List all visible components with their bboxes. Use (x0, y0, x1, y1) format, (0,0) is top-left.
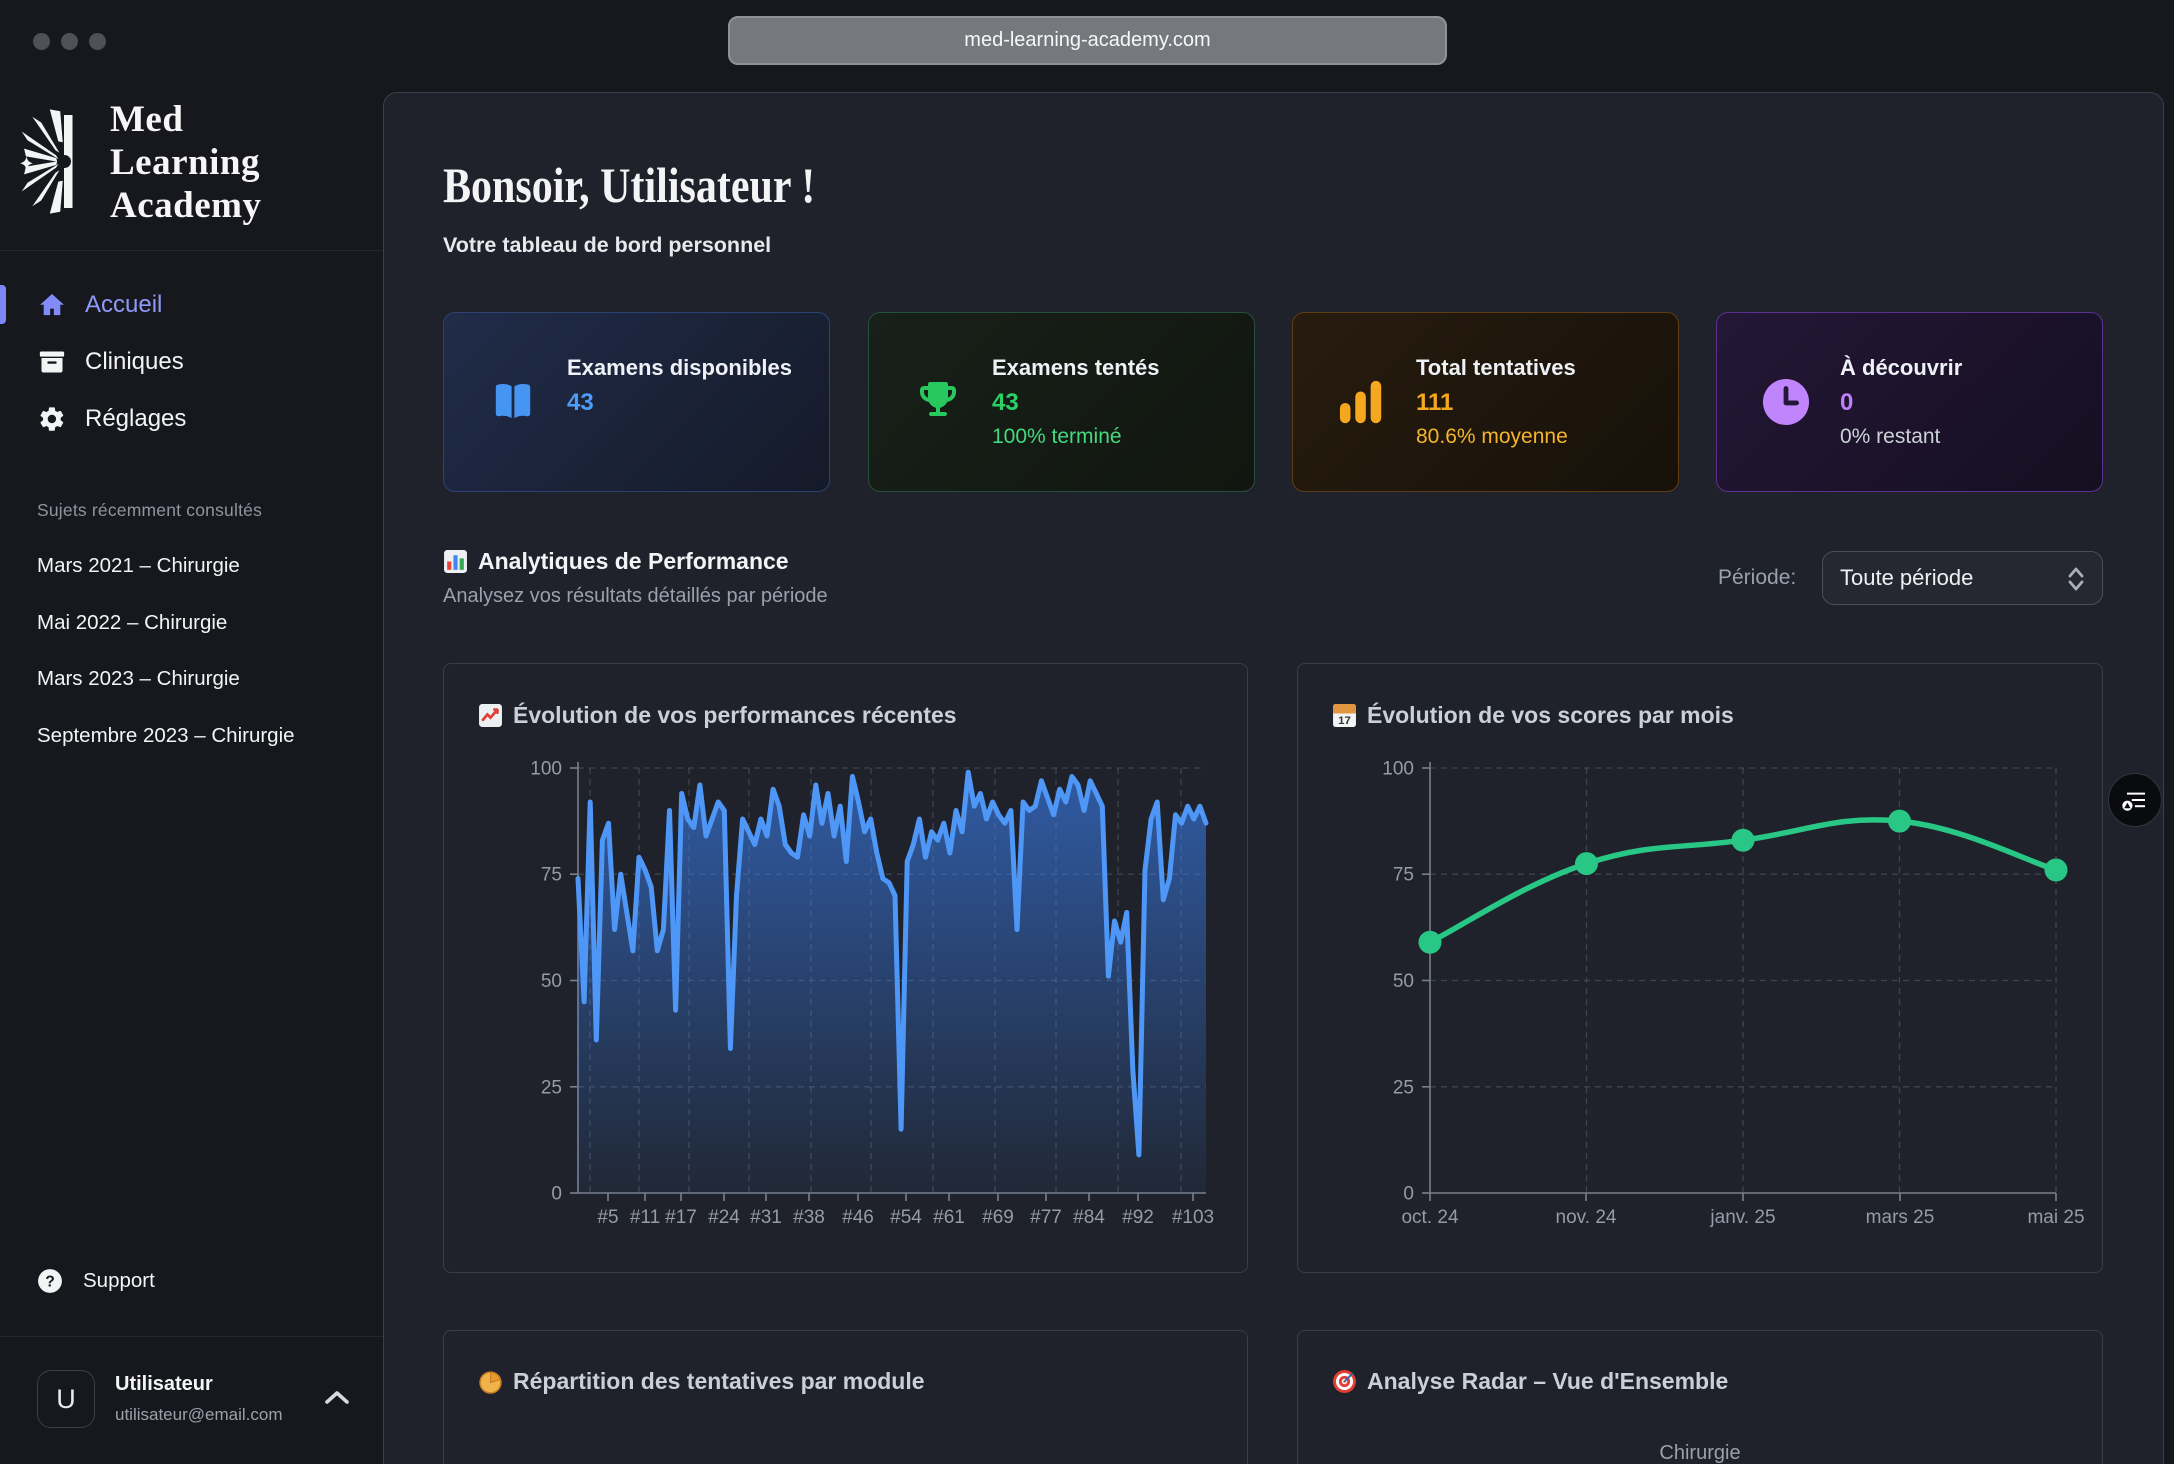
svg-text:janv. 25: janv. 25 (1709, 1207, 1775, 1228)
svg-text:mars 25: mars 25 (1866, 1207, 1935, 1228)
svg-text:#69: #69 (982, 1207, 1014, 1228)
svg-text:#92: #92 (1122, 1207, 1154, 1228)
svg-text:mai 25: mai 25 (2027, 1207, 2084, 1228)
svg-text:#11: #11 (630, 1207, 660, 1228)
svg-text:#103: #103 (1172, 1207, 1214, 1228)
svg-text:#5: #5 (597, 1207, 618, 1228)
svg-text:100: 100 (1382, 759, 1414, 780)
svg-text:75: 75 (541, 865, 562, 886)
svg-text:25: 25 (1393, 1077, 1414, 1098)
svg-text:#46: #46 (842, 1207, 874, 1228)
svg-text:oct. 24: oct. 24 (1401, 1207, 1458, 1228)
svg-text:#17: #17 (665, 1207, 697, 1228)
svg-text:50: 50 (541, 971, 562, 992)
svg-text:#31: #31 (750, 1207, 782, 1228)
svg-text:#61: #61 (933, 1207, 965, 1228)
svg-text:#84: #84 (1073, 1207, 1105, 1228)
svg-text:0: 0 (551, 1184, 562, 1205)
svg-text:nov. 24: nov. 24 (1556, 1207, 1617, 1228)
svg-text:#24: #24 (708, 1207, 740, 1228)
svg-text:#54: #54 (890, 1207, 922, 1228)
svg-text:75: 75 (1393, 865, 1414, 886)
svg-text:0: 0 (1403, 1184, 1414, 1205)
svg-text:50: 50 (1393, 971, 1414, 992)
svg-text:#77: #77 (1030, 1207, 1062, 1228)
svg-text:100: 100 (530, 759, 562, 780)
svg-text:#38: #38 (793, 1207, 825, 1228)
svg-text:25: 25 (541, 1077, 562, 1098)
